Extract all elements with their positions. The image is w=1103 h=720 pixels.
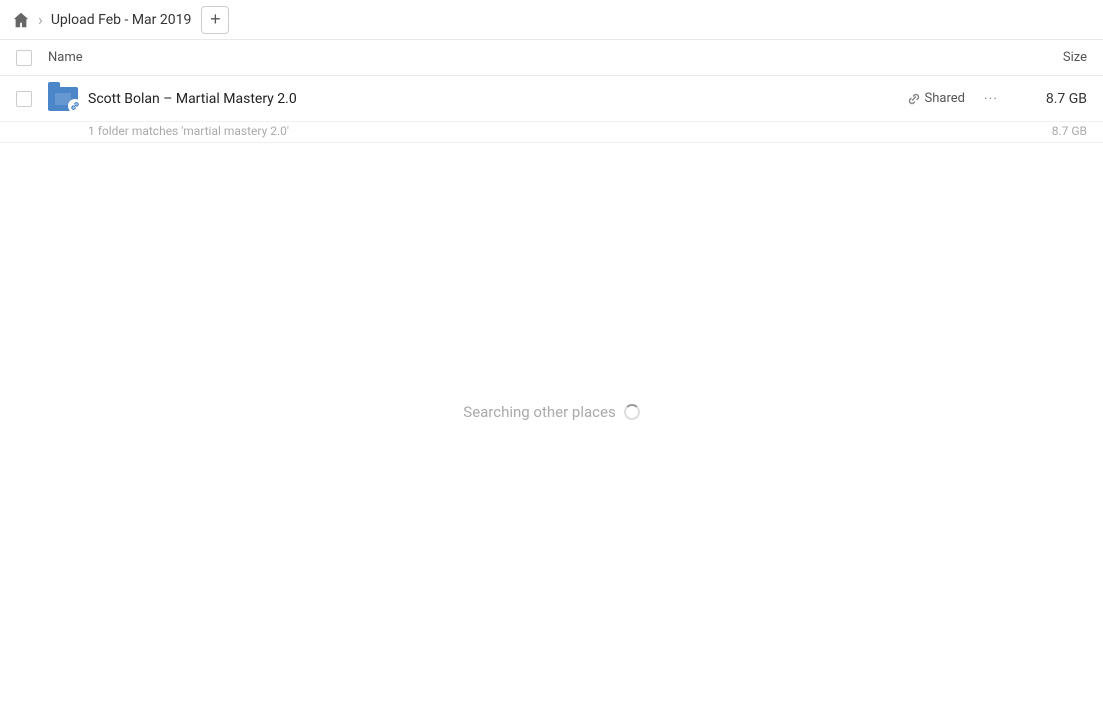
link-icon bbox=[907, 92, 921, 106]
table-row[interactable]: Scott Bolan – Martial Mastery 2.0 Shared… bbox=[0, 76, 1103, 122]
file-name: Scott Bolan – Martial Mastery 2.0 bbox=[88, 91, 907, 107]
searching-section: Searching other places bbox=[0, 403, 1103, 421]
row-checkbox-cell bbox=[16, 91, 48, 107]
shared-label-wrap: Shared bbox=[907, 91, 965, 106]
shared-link-badge bbox=[68, 99, 82, 113]
breadcrumb-title: Upload Feb - Mar 2019 bbox=[51, 12, 192, 28]
searching-label: Searching other places bbox=[463, 403, 615, 421]
select-all-checkbox[interactable] bbox=[16, 50, 32, 66]
file-size: 8.7 GB bbox=[1017, 91, 1087, 107]
column-size-header: Size bbox=[1007, 50, 1087, 65]
home-icon bbox=[12, 11, 30, 29]
sub-info-text: 1 folder matches 'martial mastery 2.0' bbox=[88, 124, 289, 138]
link-badge-icon bbox=[70, 101, 80, 111]
column-name-header: Name bbox=[48, 50, 1007, 65]
breadcrumb-bar: › Upload Feb - Mar 2019 + bbox=[0, 0, 1103, 40]
column-header-row: Name Size bbox=[0, 40, 1103, 76]
add-button[interactable]: + bbox=[201, 6, 229, 34]
sub-info-size: 8.7 GB bbox=[1017, 124, 1087, 138]
more-icon: ··· bbox=[984, 91, 998, 107]
header-checkbox-cell bbox=[16, 50, 48, 66]
breadcrumb-separator: › bbox=[38, 10, 43, 29]
search-spinner bbox=[624, 404, 640, 420]
shared-text: Shared bbox=[925, 91, 965, 106]
file-icon-wrap bbox=[48, 87, 78, 111]
more-options-button[interactable]: ··· bbox=[977, 91, 1005, 107]
sub-info-row: 1 folder matches 'martial mastery 2.0' 8… bbox=[0, 122, 1103, 143]
row-checkbox[interactable] bbox=[16, 91, 32, 107]
home-button[interactable] bbox=[12, 11, 30, 29]
